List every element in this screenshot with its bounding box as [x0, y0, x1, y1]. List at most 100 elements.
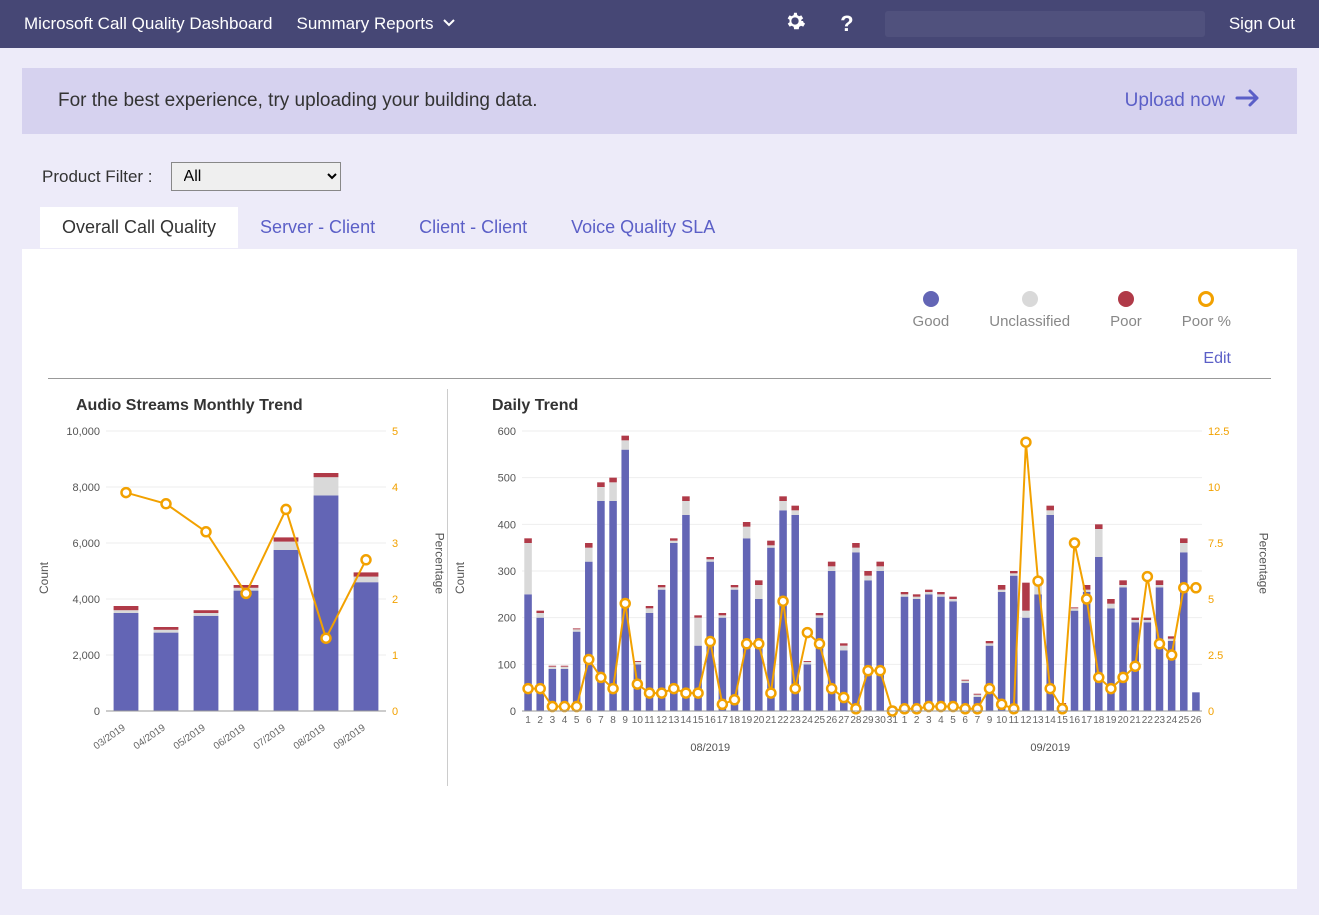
- svg-text:27: 27: [838, 715, 850, 726]
- svg-text:17: 17: [1081, 715, 1093, 726]
- svg-text:18: 18: [729, 715, 741, 726]
- svg-text:23: 23: [790, 715, 802, 726]
- svg-text:20: 20: [753, 715, 765, 726]
- report-selector[interactable]: Summary Reports: [296, 14, 455, 34]
- top-bar: Microsoft Call Quality Dashboard Summary…: [0, 0, 1319, 48]
- svg-text:30: 30: [875, 715, 887, 726]
- svg-text:12.5: 12.5: [1208, 426, 1229, 438]
- axis-label-percentage: Percentage: [1256, 532, 1270, 593]
- user-identity[interactable]: [885, 11, 1205, 37]
- charts-row: Audio Streams Monthly Trend Count Percen…: [48, 378, 1271, 786]
- svg-text:26: 26: [1190, 715, 1202, 726]
- svg-text:11: 11: [644, 715, 655, 726]
- svg-text:13: 13: [1033, 715, 1045, 726]
- svg-text:6: 6: [962, 715, 968, 726]
- svg-text:1: 1: [902, 715, 908, 726]
- svg-text:9: 9: [622, 715, 628, 726]
- svg-text:06/2019: 06/2019: [212, 722, 248, 752]
- svg-text:2: 2: [537, 715, 543, 726]
- svg-text:7.5: 7.5: [1208, 538, 1223, 550]
- svg-text:08/2019: 08/2019: [292, 722, 328, 752]
- svg-text:0: 0: [1208, 706, 1214, 718]
- svg-text:7: 7: [975, 715, 981, 726]
- chart-monthly-title: Audio Streams Monthly Trend: [50, 397, 433, 421]
- svg-text:08/2019: 08/2019: [690, 742, 730, 754]
- svg-text:19: 19: [741, 715, 753, 726]
- tab-client-client[interactable]: Client - Client: [397, 207, 549, 248]
- banner-text: For the best experience, try uploading y…: [58, 90, 538, 112]
- svg-text:18: 18: [1093, 715, 1105, 726]
- product-filter-select[interactable]: All: [171, 162, 341, 191]
- settings-button[interactable]: [781, 10, 809, 38]
- svg-text:24: 24: [1166, 715, 1178, 726]
- svg-text:14: 14: [1045, 715, 1057, 726]
- svg-text:10: 10: [1208, 482, 1220, 494]
- gear-icon: [784, 10, 806, 38]
- chart-legend: Good Unclassified Poor Poor %: [48, 271, 1271, 336]
- svg-text:13: 13: [668, 715, 680, 726]
- svg-text:6,000: 6,000: [72, 538, 100, 550]
- svg-text:15: 15: [1057, 715, 1069, 726]
- svg-text:31: 31: [887, 715, 899, 726]
- chart-monthly: Audio Streams Monthly Trend Count Percen…: [48, 389, 448, 786]
- svg-text:100: 100: [498, 659, 516, 671]
- svg-text:10: 10: [632, 715, 644, 726]
- tab-bar: Overall Call Quality Server - Client Cli…: [22, 207, 1297, 249]
- svg-text:23: 23: [1154, 715, 1166, 726]
- legend-unclassified: Unclassified: [989, 291, 1070, 330]
- chart-monthly-plot: Count Percentage 02,0004,0006,0008,00010…: [50, 421, 433, 786]
- svg-text:12: 12: [656, 715, 668, 726]
- question-icon: ?: [840, 11, 853, 37]
- svg-text:2: 2: [392, 594, 398, 606]
- product-filter-label: Product Filter :: [42, 167, 153, 187]
- svg-text:22: 22: [778, 715, 790, 726]
- svg-text:4: 4: [392, 482, 398, 494]
- svg-text:1: 1: [392, 650, 398, 662]
- svg-text:29: 29: [863, 715, 875, 726]
- svg-text:2: 2: [914, 715, 920, 726]
- svg-text:17: 17: [717, 715, 729, 726]
- svg-text:8: 8: [610, 715, 616, 726]
- tab-voice-quality-sla[interactable]: Voice Quality SLA: [549, 207, 737, 248]
- upload-now-link[interactable]: Upload now: [1125, 88, 1261, 114]
- svg-text:4: 4: [562, 715, 568, 726]
- svg-text:22: 22: [1142, 715, 1154, 726]
- svg-text:500: 500: [498, 473, 516, 485]
- upload-banner: For the best experience, try uploading y…: [22, 68, 1297, 134]
- svg-text:300: 300: [498, 566, 516, 578]
- tab-overall-call-quality[interactable]: Overall Call Quality: [40, 207, 238, 248]
- svg-text:09/2019: 09/2019: [332, 722, 368, 752]
- svg-text:11: 11: [1009, 715, 1020, 726]
- legend-poor: Poor: [1110, 291, 1142, 330]
- legend-poor-pct: Poor %: [1182, 291, 1231, 330]
- svg-text:4: 4: [938, 715, 944, 726]
- filter-row: Product Filter : All: [22, 134, 1297, 207]
- svg-text:3: 3: [926, 715, 932, 726]
- svg-text:400: 400: [498, 519, 516, 531]
- svg-text:200: 200: [498, 613, 516, 625]
- chart-area: Good Unclassified Poor Poor % Edit Audio…: [22, 249, 1297, 889]
- help-button[interactable]: ?: [833, 10, 861, 38]
- axis-label-percentage: Percentage: [432, 532, 446, 593]
- svg-text:6: 6: [586, 715, 592, 726]
- sign-out-link[interactable]: Sign Out: [1229, 14, 1295, 34]
- svg-text:25: 25: [814, 715, 826, 726]
- axis-label-count: Count: [37, 561, 51, 593]
- report-selector-label: Summary Reports: [296, 14, 433, 34]
- svg-text:07/2019: 07/2019: [252, 722, 288, 752]
- svg-text:10: 10: [996, 715, 1008, 726]
- svg-text:0: 0: [392, 706, 398, 718]
- legend-poor-icon: [1118, 291, 1134, 307]
- edit-link[interactable]: Edit: [48, 336, 1271, 378]
- svg-text:4,000: 4,000: [72, 594, 100, 606]
- tab-server-client[interactable]: Server - Client: [238, 207, 397, 248]
- svg-text:600: 600: [498, 426, 516, 438]
- svg-text:16: 16: [705, 715, 717, 726]
- svg-text:5: 5: [392, 426, 398, 438]
- svg-text:21: 21: [1130, 715, 1142, 726]
- legend-unclassified-icon: [1022, 291, 1038, 307]
- svg-text:19: 19: [1105, 715, 1117, 726]
- axis-label-count: Count: [453, 561, 467, 593]
- legend-good-icon: [923, 291, 939, 307]
- svg-text:03/2019: 03/2019: [92, 722, 128, 752]
